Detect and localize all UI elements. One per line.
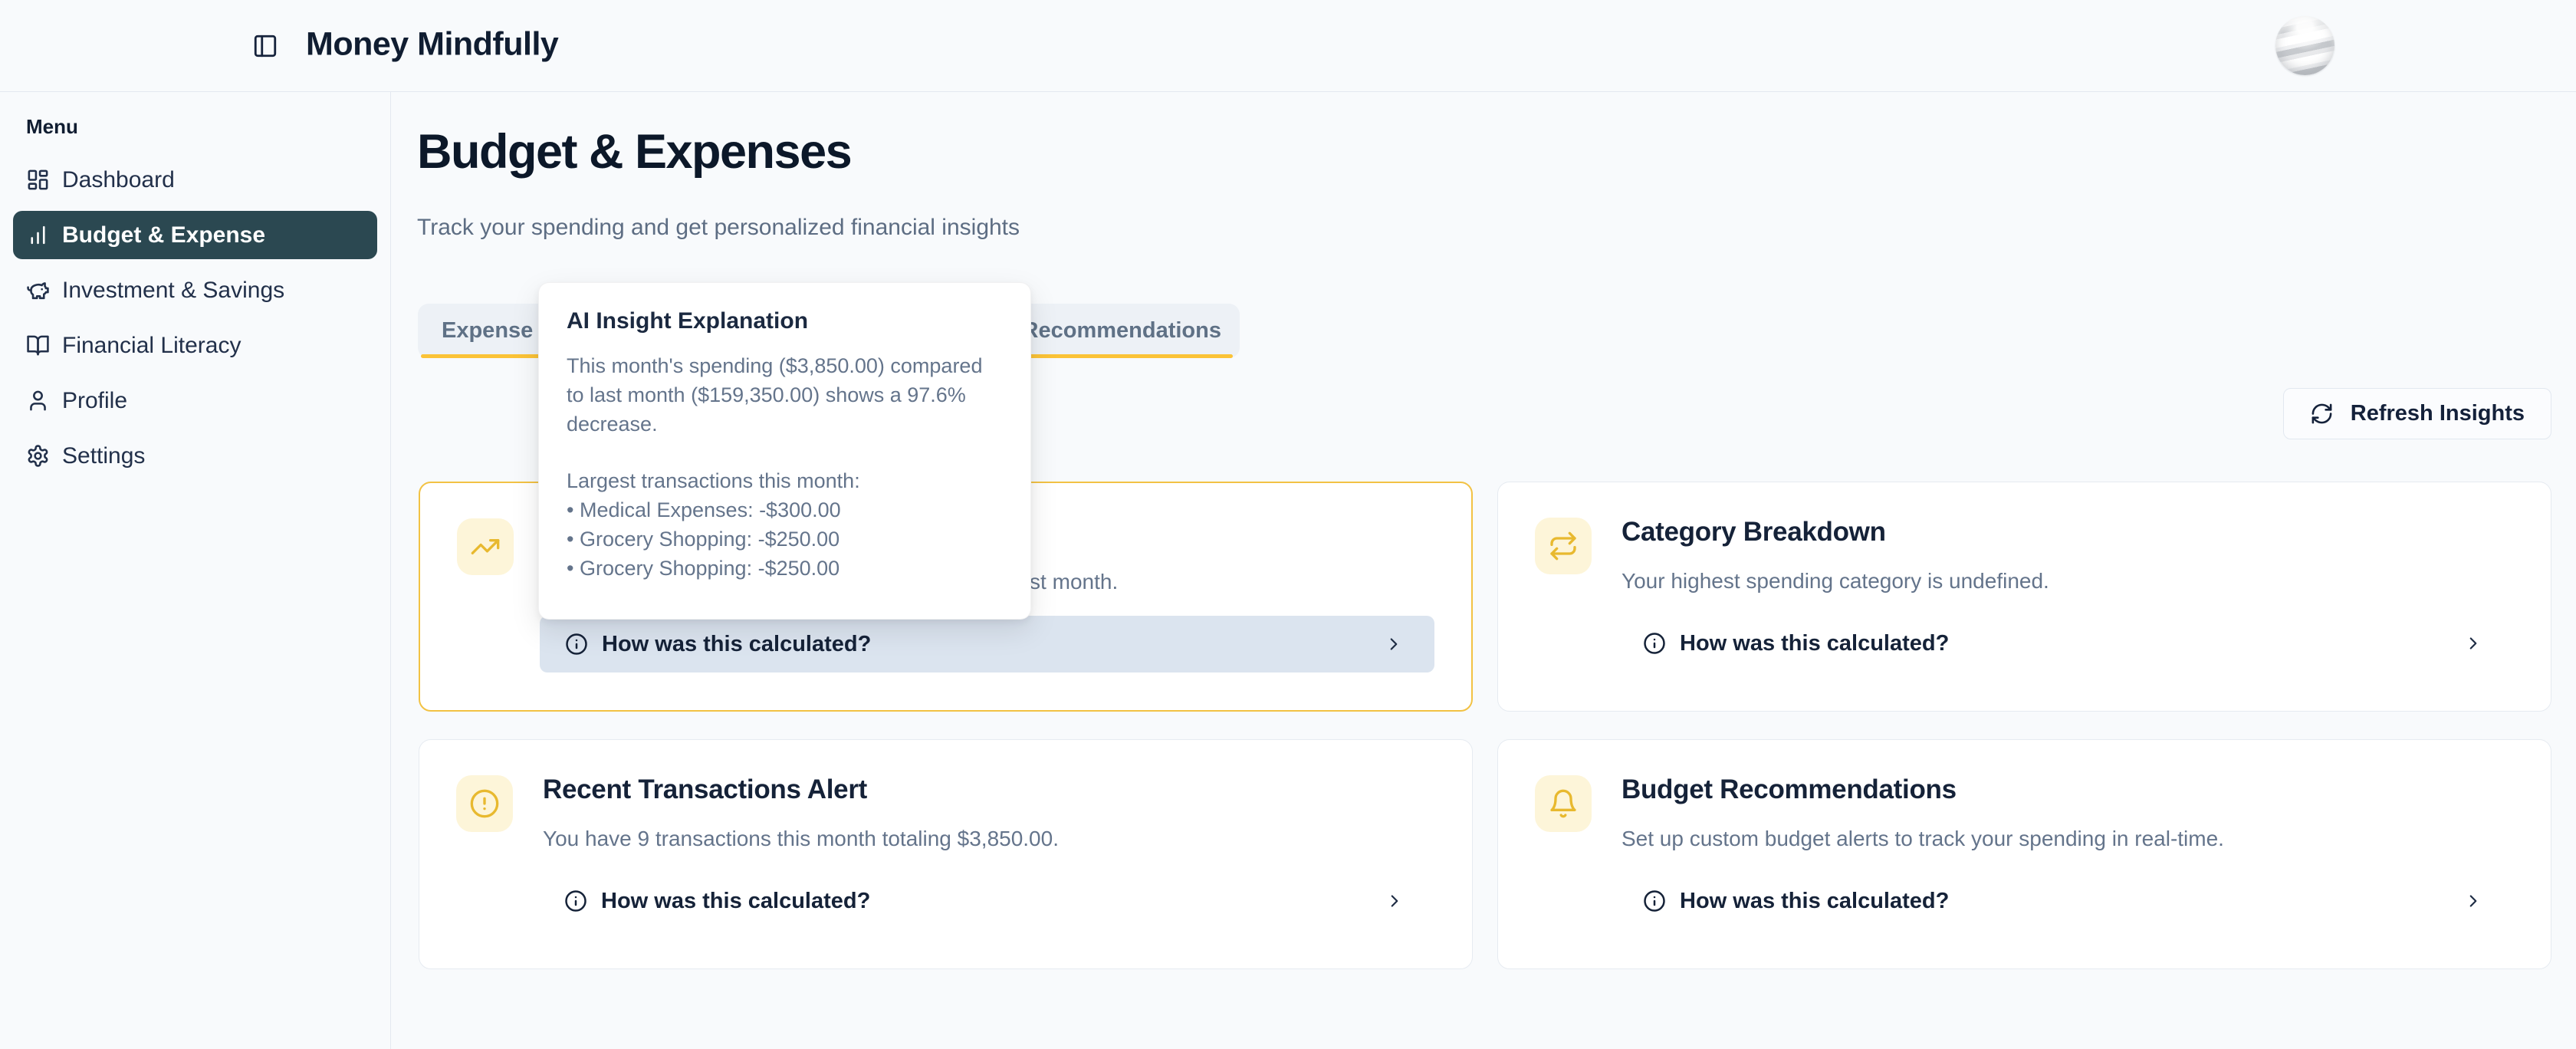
refresh-insights-label: Refresh Insights: [2351, 401, 2525, 426]
sidebar-menu-label: Menu: [26, 115, 390, 139]
book-open-icon: [26, 334, 50, 357]
sidebar-item-label: Dashboard: [62, 167, 175, 193]
card-title: Budget Recommendations: [1622, 774, 1957, 805]
sidebar-item-label: Financial Literacy: [62, 333, 241, 359]
how-calculated-button[interactable]: How was this calculated?: [1618, 615, 2514, 672]
repeat-icon: [1535, 518, 1592, 574]
refresh-icon: [2310, 402, 2334, 426]
sidebar-item-dashboard[interactable]: Dashboard: [13, 156, 377, 204]
user-icon: [26, 389, 50, 413]
refresh-insights-button[interactable]: Refresh Insights: [2283, 388, 2551, 439]
avatar[interactable]: [2275, 16, 2334, 75]
chevron-right-icon: [2463, 891, 2483, 911]
tooltip-transactions: Largest transactions this month: • Medic…: [567, 466, 1003, 583]
insight-card-category-breakdown: Category Breakdown Your highest spending…: [1497, 482, 2551, 712]
page-title: Budget & Expenses: [417, 124, 851, 179]
piggy-bank-icon: [26, 278, 50, 302]
how-calculated-button[interactable]: How was this calculated?: [539, 873, 1435, 929]
how-calculated-label: How was this calculated?: [1680, 631, 1949, 656]
insight-card-budget-recommendations: Budget Recommendations Set up custom bud…: [1497, 739, 2551, 969]
sidebar-nav: Dashboard Budget & Expense Investment & …: [0, 139, 390, 480]
sidebar-item-label: Investment & Savings: [62, 278, 284, 304]
sidebar-item-financial-literacy[interactable]: Financial Literacy: [13, 321, 377, 370]
how-calculated-label: How was this calculated?: [602, 632, 871, 657]
chevron-right-icon: [1384, 634, 1404, 654]
sidebar-item-budget-expense[interactable]: Budget & Expense: [13, 211, 377, 259]
tooltip-title: AI Insight Explanation: [567, 308, 1003, 334]
page-subtitle: Track your spending and get personalized…: [417, 215, 1020, 241]
card-description: Your highest spending category is undefi…: [1622, 569, 2514, 594]
app-title: Money Mindfully: [306, 25, 558, 63]
chevron-right-icon: [1385, 891, 1405, 911]
bell-icon: [1535, 775, 1592, 832]
alert-circle-icon: [456, 775, 513, 832]
gear-icon: [26, 444, 50, 468]
info-icon: [564, 890, 587, 913]
panel-left-icon: [252, 33, 278, 59]
sidebar-item-settings[interactable]: Settings: [13, 432, 377, 480]
info-icon: [1643, 890, 1666, 913]
tooltip-body: This month's spending ($3,850.00) compar…: [567, 351, 1003, 439]
bar-chart-icon: [26, 223, 50, 247]
card-description: Set up custom budget alerts to track you…: [1622, 827, 2514, 851]
how-calculated-label: How was this calculated?: [601, 889, 870, 914]
card-title: Recent Transactions Alert: [543, 774, 867, 805]
sidebar-item-profile[interactable]: Profile: [13, 377, 377, 425]
sidebar-item-label: Budget & Expense: [62, 222, 265, 248]
chevron-right-icon: [2463, 633, 2483, 653]
card-description: You have 9 transactions this month total…: [543, 827, 1435, 851]
app-header: Money Mindfully: [0, 0, 2576, 92]
ai-insight-tooltip: AI Insight Explanation This month's spen…: [538, 282, 1031, 620]
info-icon: [565, 633, 588, 656]
sidebar-item-investment-savings[interactable]: Investment & Savings: [13, 266, 377, 314]
how-calculated-label: How was this calculated?: [1680, 889, 1949, 914]
sidebar-item-label: Settings: [62, 443, 145, 469]
info-icon: [1643, 632, 1666, 655]
sidebar-item-label: Profile: [62, 388, 127, 414]
sidebar: Menu Dashboard Budget & Expense Investme…: [0, 92, 391, 1049]
how-calculated-button[interactable]: How was this calculated?: [1618, 873, 2514, 929]
dashboard-icon: [26, 168, 50, 192]
trending-up-icon: [457, 518, 514, 575]
how-calculated-button[interactable]: How was this calculated?: [540, 616, 1434, 672]
sidebar-toggle-button[interactable]: [247, 28, 284, 64]
card-title: Category Breakdown: [1622, 517, 1886, 548]
insight-card-recent-transactions: Recent Transactions Alert You have 9 tra…: [419, 739, 1473, 969]
